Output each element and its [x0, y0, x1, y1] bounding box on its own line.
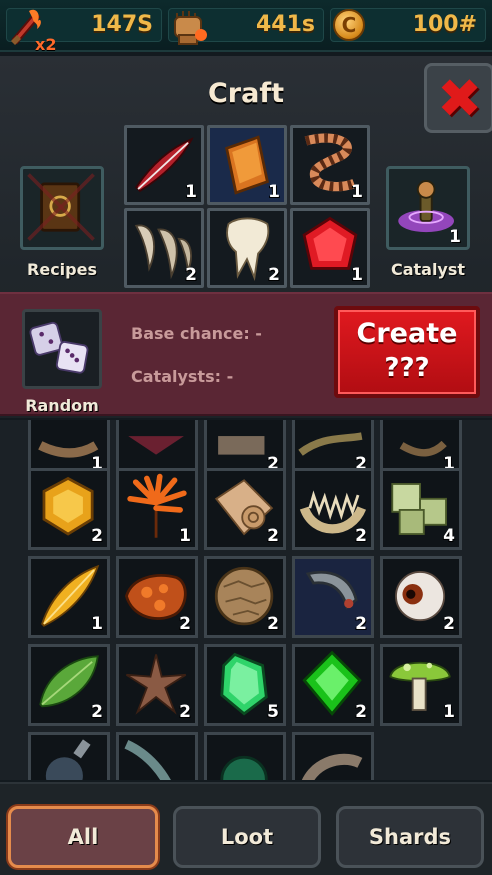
energy-value: 147S — [91, 12, 153, 37]
recipes-button[interactable] — [20, 166, 104, 250]
inventory-slot[interactable]: 2 — [292, 644, 374, 726]
bomb-icon — [45, 739, 91, 780]
inventory-slot[interactable]: 2 — [204, 468, 286, 550]
item-count: 5 — [267, 702, 279, 722]
close-x-icon: ✖ — [437, 67, 483, 130]
create-button[interactable]: Create ??? — [334, 306, 480, 398]
tab-shards[interactable]: Shards — [336, 806, 484, 868]
inventory-slot[interactable]: 2 — [28, 468, 110, 550]
random-button[interactable] — [22, 309, 102, 389]
item-count: 2 — [355, 702, 367, 722]
ingredient-slot[interactable]: 2 — [124, 208, 204, 288]
inventory-slot[interactable]: 5 — [204, 644, 286, 726]
catalyst-label: Catalyst — [390, 260, 466, 279]
inventory-slot[interactable]: 2 — [116, 556, 198, 638]
item-count: 1 — [351, 182, 363, 202]
inventory-slot[interactable]: 2 — [380, 556, 462, 638]
base-chance-text: Base chance: - — [131, 324, 262, 343]
power-value: 441s — [255, 12, 315, 37]
item-count: 2 — [91, 526, 103, 546]
catalyst-count: 1 — [449, 227, 461, 247]
energy-counter[interactable]: x2 147S — [6, 8, 162, 54]
item-count: 2 — [179, 614, 191, 634]
green-orb-icon — [220, 755, 268, 780]
inventory-slot[interactable]: 2 — [204, 556, 286, 638]
tab-all[interactable]: All — [8, 806, 158, 868]
inventory-slot[interactable] — [116, 732, 198, 780]
close-button[interactable]: ✖ — [424, 63, 492, 133]
catalysts-text: Catalysts: - — [131, 367, 234, 386]
inventory-slot[interactable] — [292, 732, 374, 780]
stone-icon — [301, 753, 363, 780]
inventory-slot[interactable]: 1 — [116, 468, 198, 550]
fist-icon — [174, 11, 207, 45]
item-count: 4 — [443, 526, 455, 546]
item-count: 2 — [267, 526, 279, 546]
item-count: 2 — [355, 614, 367, 634]
coin-value: 100# — [412, 12, 477, 37]
power-counter[interactable]: 441s — [168, 8, 324, 45]
inventory-slot[interactable] — [204, 732, 286, 780]
item-icon — [128, 436, 184, 455]
item-count: 2 — [268, 265, 280, 285]
catalyst-slot[interactable]: 1 — [386, 166, 470, 250]
inventory-slot[interactable]: 4 — [380, 468, 462, 550]
ingredient-slot[interactable]: 2 — [207, 208, 287, 288]
item-count: 1 — [179, 526, 191, 546]
item-count: 1 — [443, 702, 455, 722]
coin-counter[interactable]: C 100# — [330, 8, 486, 42]
inventory-slot[interactable]: 1 — [380, 644, 462, 726]
item-count: 2 — [267, 614, 279, 634]
ingredient-slot[interactable]: 1 — [124, 125, 204, 205]
recipe-book-icon — [27, 173, 95, 241]
dice-icon — [29, 321, 89, 374]
item-count: 1 — [91, 614, 103, 634]
inventory-slot[interactable]: 2 — [28, 644, 110, 726]
create-result: ??? — [384, 353, 430, 383]
create-label: Create — [356, 318, 458, 349]
ingredient-slot[interactable]: 1 — [290, 125, 370, 205]
item-count: 2 — [443, 614, 455, 634]
recipes-label: Recipes — [27, 260, 97, 279]
item-count: 1 — [268, 182, 280, 202]
resource-bar: x2 147S 441s C 100# — [0, 0, 492, 54]
feather-icon — [124, 740, 171, 780]
item-count: 1 — [351, 265, 363, 285]
ingredient-slot[interactable]: 1 — [290, 208, 370, 288]
tab-loot[interactable]: Loot — [173, 806, 321, 868]
inventory-grid[interactable]: 1 2 2 1 2 1 2 2 4 1 2 2 2 2 2 2 5 2 1 — [0, 420, 492, 780]
inventory-slot[interactable]: 2 — [116, 644, 198, 726]
ingredient-slot[interactable]: 1 — [207, 125, 287, 205]
page-title: Craft — [207, 78, 284, 109]
item-count: 1 — [185, 182, 197, 202]
item-count: 2 — [91, 702, 103, 722]
random-label: Random — [25, 396, 99, 415]
inventory-slot[interactable]: 2 — [292, 556, 374, 638]
item-count: 2 — [355, 526, 367, 546]
multiplier-badge: x2 — [35, 35, 57, 54]
empty-slot — [380, 732, 462, 780]
inventory-slot[interactable] — [28, 732, 110, 780]
item-count: 2 — [179, 702, 191, 722]
inventory-slot[interactable]: 1 — [28, 556, 110, 638]
item-count: 2 — [185, 265, 197, 285]
inventory-slot[interactable]: 2 — [292, 468, 374, 550]
coin-icon: C — [333, 9, 365, 41]
